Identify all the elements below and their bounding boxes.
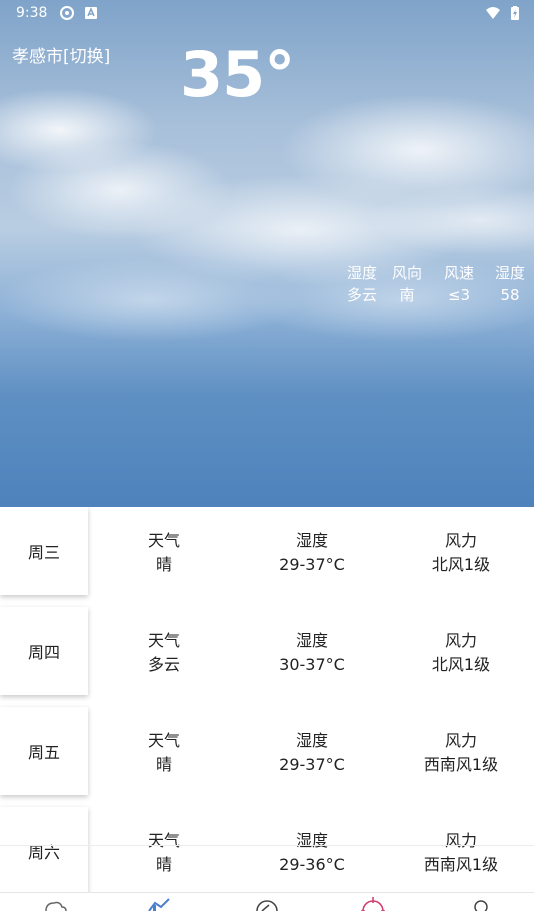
weather-label: 天气: [147, 531, 180, 550]
status-time: 9:38: [16, 5, 48, 21]
wind-cell: 风力 西南风1级: [381, 729, 534, 777]
weather-value: 晴: [155, 855, 172, 874]
weather-cell: 天气 晴: [84, 829, 244, 877]
target-icon[interactable]: [353, 893, 393, 911]
humidity-cell: 湿度 30-37°C: [232, 629, 392, 677]
humidity-cell: 湿度 29-37°C: [232, 529, 392, 577]
wind-cell: 风力 西南风1级: [381, 829, 534, 877]
city-switch[interactable]: 孝感市[切换]: [12, 42, 110, 67]
humidity-cell: 湿度 29-36°C: [232, 829, 392, 877]
humidity-label: 湿度: [295, 531, 328, 550]
stat-label: 湿度: [494, 264, 525, 282]
humidity-label: 湿度: [295, 731, 328, 750]
wind-label: 风力: [444, 531, 477, 550]
wifi-icon: [486, 7, 500, 19]
forecast-row[interactable]: 周三 天气 晴 湿度 29-37°C 风力 北风1级: [0, 507, 534, 607]
humidity-value: 29-37°C: [279, 555, 345, 574]
sync-icon: [60, 6, 74, 20]
humidity-value: 29-37°C: [279, 755, 345, 774]
current-temperature: 35°: [180, 38, 295, 111]
stat-value: 58: [500, 286, 520, 304]
weather-hero: 9:38 孝感市[切换] 35° 湿度 多云 风向 南 风速 ≤3 湿度 58: [0, 0, 534, 507]
weather-label: 天气: [147, 631, 180, 650]
chart-icon[interactable]: [139, 893, 179, 911]
person-icon[interactable]: [461, 893, 501, 911]
cloud-icon[interactable]: [34, 893, 74, 911]
wind-label: 风力: [444, 631, 477, 650]
stat-value: 南: [399, 286, 415, 304]
weather-label: 天气: [147, 831, 180, 850]
wind-value: 北风1级: [431, 655, 491, 674]
day-card[interactable]: 周六: [0, 807, 88, 892]
wind-label: 风力: [444, 731, 477, 750]
wind-cell: 风力 北风1级: [381, 529, 534, 577]
humidity-value: 29-36°C: [279, 855, 345, 874]
status-bar: 9:38: [0, 4, 534, 24]
bottom-nav: [0, 892, 534, 911]
weather-value: 晴: [155, 555, 172, 574]
humidity-label: 湿度: [295, 631, 328, 650]
stat-label: 风向: [391, 264, 422, 282]
wind-value: 西南风1级: [423, 755, 499, 774]
wind-value: 北风1级: [431, 555, 491, 574]
humidity-cell: 湿度 29-37°C: [232, 729, 392, 777]
wind-cell: 风力 北风1级: [381, 629, 534, 677]
humidity-value: 30-37°C: [279, 655, 345, 674]
stat-value: ≤3: [447, 286, 471, 304]
forecast-list[interactable]: 周三 天气 晴 湿度 29-37°C 风力 北风1级 周四 天气 多云 湿度 3…: [0, 507, 534, 892]
compass-icon[interactable]: [247, 893, 287, 911]
humidity-label: 湿度: [295, 831, 328, 850]
weather-value: 晴: [155, 755, 172, 774]
weather-value: 多云: [147, 655, 180, 674]
wind-label: 风力: [444, 831, 477, 850]
wind-value: 西南风1级: [423, 855, 499, 874]
forecast-row[interactable]: 周四 天气 多云 湿度 30-37°C 风力 北风1级: [0, 607, 534, 707]
app-notification-icon: [85, 7, 97, 19]
day-card[interactable]: 周四: [0, 607, 88, 695]
stat-label: 风速: [443, 264, 474, 282]
weather-cell: 天气 晴: [84, 729, 244, 777]
list-divider: [0, 845, 534, 846]
forecast-row[interactable]: 周五 天气 晴 湿度 29-37°C 风力 西南风1级: [0, 707, 534, 807]
weather-label: 天气: [147, 731, 180, 750]
forecast-row[interactable]: 周六 天气 晴 湿度 29-36°C 风力 西南风1级: [0, 807, 534, 892]
stat-wind-speed: 风速 ≤3: [433, 262, 485, 306]
weather-cell: 天气 多云: [84, 629, 244, 677]
stat-wind-direction: 风向 南: [381, 262, 433, 306]
stat-humidity-value: 湿度 58: [484, 262, 534, 306]
weather-cell: 天气 晴: [84, 529, 244, 577]
battery-icon: [511, 6, 519, 20]
day-card[interactable]: 周五: [0, 707, 88, 795]
day-card[interactable]: 周三: [0, 507, 88, 595]
